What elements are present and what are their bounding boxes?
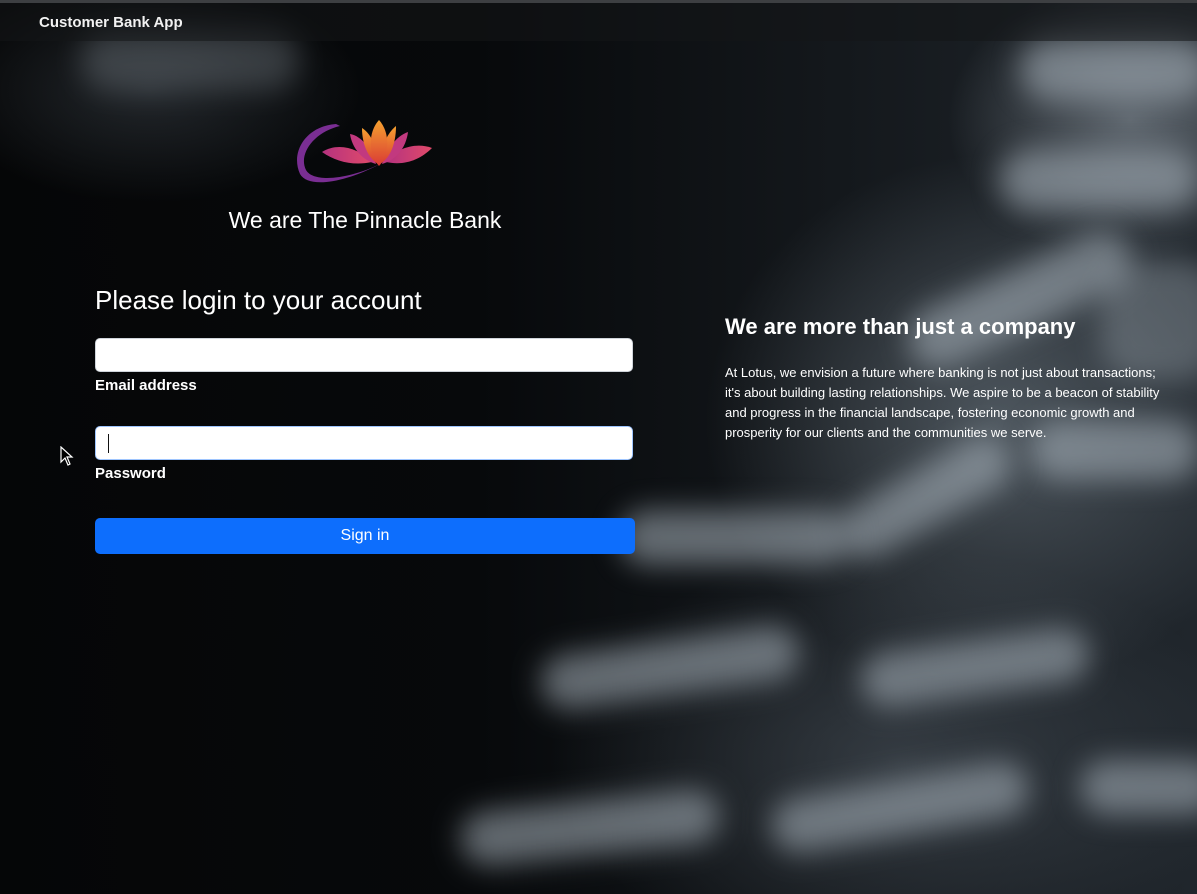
app-title: Customer Bank App [39,14,183,31]
email-label: Email address [95,377,197,394]
text-caret [108,434,109,453]
email-input[interactable] [95,338,633,372]
lotus-logo-icon [297,120,432,183]
bank-title: We are The Pinnacle Bank [228,207,502,233]
mouse-pointer-icon [60,446,74,466]
title-bar: Customer Bank App [0,3,1197,41]
app-window: Customer Bank App We are The Pinnacle Ba… [0,0,1197,894]
sign-in-button[interactable]: Sign in [95,518,635,554]
password-label: Password [95,465,166,482]
password-input[interactable] [95,426,633,460]
about-heading: We are more than just a company [725,314,1076,339]
login-heading: Please login to your account [95,285,422,315]
window-top-edge [0,0,1197,3]
about-text: At Lotus, we envision a future where ban… [725,365,1160,440]
